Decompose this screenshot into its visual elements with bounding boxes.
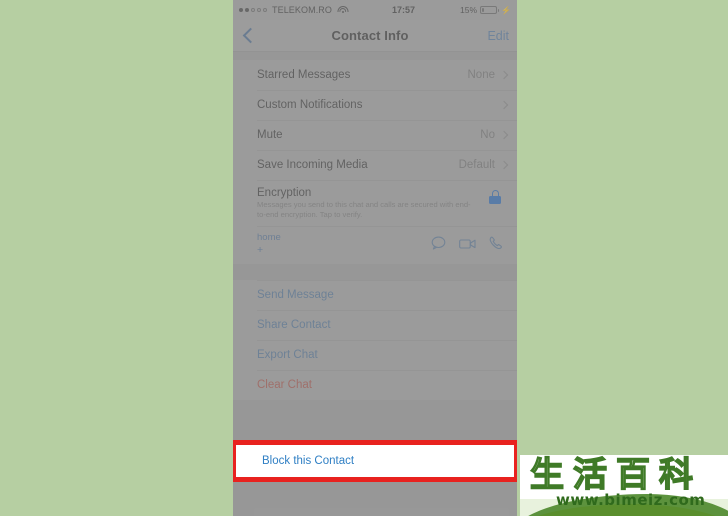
encryption-title: Encryption [257, 187, 312, 199]
row-value: Default [458, 159, 495, 171]
action-label: Clear Chat [257, 379, 312, 391]
row-starred-messages[interactable]: Starred Messages None [233, 60, 517, 90]
back-button[interactable] [233, 20, 267, 51]
lightning-bolt-icon: ⚡ [501, 5, 511, 15]
watermark-chinese-text: 生活百科 [529, 455, 702, 495]
row-label: Mute [257, 129, 283, 141]
action-label: Send Message [257, 289, 334, 301]
block-contact-highlight: Block this Contact [233, 440, 517, 482]
carrier-name: TELEKOM.RO [272, 5, 333, 15]
watermark-url: www.bimeiz.com [556, 491, 706, 509]
action-clear-chat[interactable]: Clear Chat [233, 370, 517, 400]
navigation-bar: Contact Info Edit [233, 20, 517, 52]
page-title: Contact Info [331, 28, 409, 43]
row-value: No [480, 129, 495, 141]
chevron-left-icon [242, 27, 258, 44]
signal-dot-empty [257, 8, 261, 12]
chevron-right-icon [499, 160, 509, 170]
row-label: Save Incoming Media [257, 159, 368, 171]
watermark: 生活百科 www.bimeiz.com [520, 455, 728, 516]
encryption-text: Encryption Messages you send to this cha… [257, 186, 489, 219]
edit-button[interactable]: Edit [473, 29, 517, 43]
phone-screen: TELEKOM.RO 17:57 15% ⚡ Contact Info Edit… [233, 0, 517, 516]
battery-percent-label: 15% [460, 5, 478, 15]
wifi-icon [337, 6, 349, 14]
action-share-contact[interactable]: Share Contact [233, 310, 517, 340]
action-links-group: Send Message Share Contact Export Chat C… [233, 280, 517, 400]
settings-group: Starred Messages None Custom Notificatio… [233, 60, 517, 264]
lock-icon [489, 190, 501, 204]
row-custom-notifications[interactable]: Custom Notifications [233, 90, 517, 120]
battery-status: 15% ⚡ [460, 5, 511, 15]
phone-number-value: + [257, 244, 264, 256]
signal-dot-empty [263, 8, 267, 12]
block-this-contact-button[interactable]: Block this Contact [236, 445, 514, 477]
video-camera-icon[interactable] [459, 237, 476, 255]
row-mute[interactable]: Mute No [233, 120, 517, 150]
row-phone-number[interactable]: home + [233, 226, 517, 264]
row-save-incoming-media[interactable]: Save Incoming Media Default [233, 150, 517, 180]
row-value: None [467, 69, 496, 81]
row-label: Custom Notifications [257, 99, 363, 111]
signal-dot-filled [245, 8, 249, 12]
row-encryption[interactable]: Encryption Messages you send to this cha… [233, 180, 517, 226]
battery-icon [480, 6, 500, 14]
section-gap [233, 264, 517, 280]
row-label: Starred Messages [257, 69, 351, 81]
chat-bubble-icon[interactable] [431, 236, 446, 255]
contact-action-icons [431, 236, 503, 255]
encryption-description: Messages you send to this chat and calls… [257, 200, 471, 219]
chevron-right-icon [499, 130, 509, 140]
signal-dot-empty [251, 8, 255, 12]
signal-strength: TELEKOM.RO [239, 5, 349, 15]
status-time: 17:57 [392, 5, 416, 15]
action-send-message[interactable]: Send Message [233, 280, 517, 310]
phone-number-text: home + [257, 231, 431, 257]
block-contact-label: Block this Contact [262, 455, 355, 467]
chevron-right-icon [499, 100, 509, 110]
phone-label: home [257, 232, 281, 243]
phone-handset-icon[interactable] [489, 236, 503, 255]
chevron-right-icon [499, 70, 509, 80]
signal-dot-filled [239, 8, 243, 12]
action-export-chat[interactable]: Export Chat [233, 340, 517, 370]
action-label: Export Chat [257, 349, 318, 361]
section-gap [233, 52, 517, 60]
action-label: Share Contact [257, 319, 331, 331]
status-bar: TELEKOM.RO 17:57 15% ⚡ [233, 0, 517, 20]
